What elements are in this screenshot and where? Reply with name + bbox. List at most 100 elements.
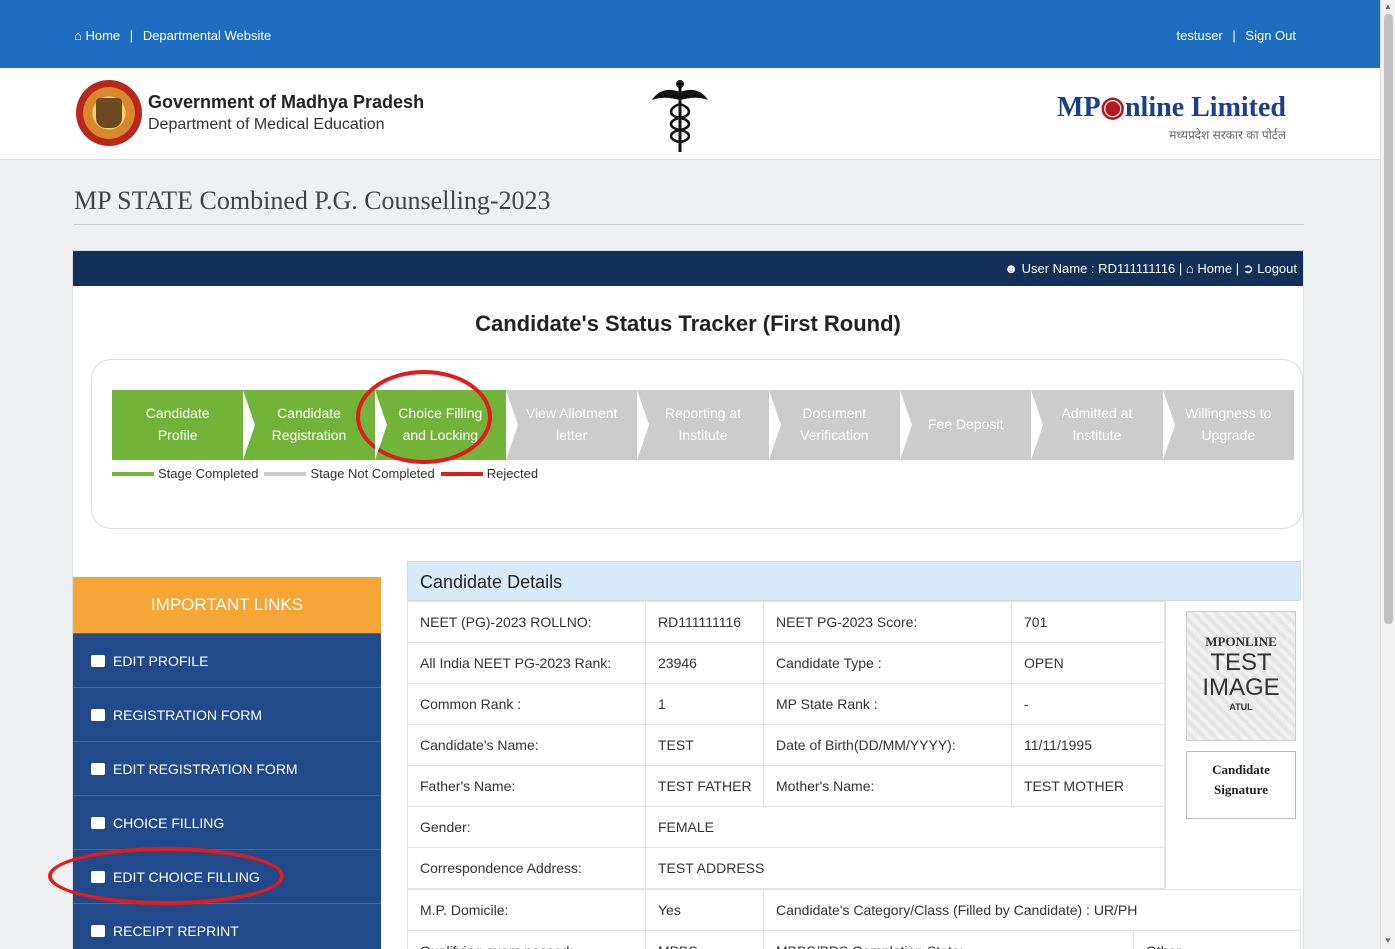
- scrollbar-thumb[interactable]: [1384, 14, 1393, 624]
- label-cell: Qualifying exam passed:: [407, 930, 646, 949]
- user-icon: ☻: [1004, 261, 1018, 276]
- step-view-allotment-letter[interactable]: View Allotment letter: [505, 390, 650, 460]
- top-right-links: testuser | Sign Out: [1177, 28, 1296, 43]
- mponline-logo: MP◉nline Limited मध्यप्रदेश सरकार का पोर…: [1057, 90, 1286, 143]
- label-cell: Candidate's Name:: [407, 724, 646, 766]
- photo-text: MPONLINE: [1205, 634, 1277, 649]
- label-cell: Father's Name:: [407, 765, 646, 807]
- value-cell: TEST FATHER: [645, 765, 764, 807]
- table-row: All India NEET PG-2023 Rank: 23946 Candi…: [407, 642, 1165, 684]
- departmental-website-link[interactable]: Departmental Website: [143, 28, 271, 43]
- link-label: CHOICE FILLING: [113, 815, 225, 831]
- page-title: MP STATE Combined P.G. Counselling-2023: [74, 186, 551, 215]
- label-cell: MP State Rank :: [763, 683, 1012, 725]
- label-cell: Correspondence Address:: [407, 847, 646, 889]
- link-edit-registration-form[interactable]: EDIT REGISTRATION FORM: [73, 741, 381, 795]
- mponline-brand: MP◉nline Limited: [1057, 92, 1286, 123]
- separator: |: [1178, 261, 1186, 276]
- value-cell: 11/11/1995: [1011, 724, 1165, 766]
- important-links-title: IMPORTANT LINKS: [73, 577, 381, 633]
- status-tracker: Candidate Profile Candidate Registration…: [91, 359, 1303, 529]
- link-receipt-reprint[interactable]: RECEIPT REPRINT: [73, 903, 381, 949]
- file-icon: [91, 925, 105, 937]
- candidate-photo-area: MPONLINE TEST IMAGE ATUL Candidate Signa…: [1165, 601, 1301, 888]
- legend-not-completed: Stage Not Completed: [264, 466, 435, 481]
- table-row: Correspondence Address: TEST ADDRESS: [407, 847, 1165, 889]
- table-row: Candidate's Name: TEST Date of Birth(DD/…: [407, 724, 1165, 766]
- candidate-details-title: Candidate Details: [407, 561, 1301, 601]
- panel-user-bar: ☻ User Name : RD111111116 | ⌂ Home | ➲ L…: [73, 251, 1303, 286]
- value-cell: MBBS: [645, 930, 764, 949]
- link-label: EDIT REGISTRATION FORM: [113, 761, 298, 777]
- home-icon: ⌂: [1185, 261, 1194, 276]
- legend-swatch-completed: [112, 471, 154, 476]
- table-row: Qualifying exam passed: MBBS MBBS/BDS Co…: [407, 930, 1301, 949]
- label-cell: Gender:: [407, 806, 646, 848]
- divider: [74, 224, 1304, 225]
- step-willingness-to-upgrade[interactable]: Willingness to Upgrade: [1162, 390, 1294, 460]
- link-label: RECEIPT REPRINT: [113, 923, 239, 939]
- value-cell: TEST: [645, 724, 764, 766]
- link-registration-form[interactable]: REGISTRATION FORM: [73, 687, 381, 741]
- scroll-down-icon[interactable]: ▼: [1384, 936, 1392, 945]
- candidate-signature: Candidate Signature: [1186, 751, 1296, 819]
- table-row: Common Rank : 1 MP State Rank : -: [407, 683, 1165, 725]
- value-cell: Yes: [645, 889, 764, 931]
- scrollbar[interactable]: ▲ ▼: [1380, 0, 1395, 949]
- step-reporting-at-institute[interactable]: Reporting at Institute: [637, 390, 781, 460]
- highlight-circle-edit-choice-filling: [48, 847, 284, 905]
- legend-label: Stage Not Completed: [310, 466, 435, 481]
- sign-out-link[interactable]: Sign Out: [1245, 28, 1296, 43]
- username-link[interactable]: testuser: [1177, 28, 1223, 43]
- link-label: EDIT PROFILE: [113, 653, 209, 669]
- value-cell: Other: [1133, 930, 1301, 949]
- link-choice-filling[interactable]: CHOICE FILLING: [73, 795, 381, 849]
- top-navigation-bar: ⌂ Home | Departmental Website testuser |…: [0, 0, 1380, 68]
- candidate-photo: MPONLINE TEST IMAGE ATUL: [1186, 611, 1296, 741]
- panel-logout-link[interactable]: Logout: [1257, 261, 1297, 276]
- edit-icon: [91, 763, 105, 775]
- caduceus-icon: [652, 80, 708, 152]
- legend-swatch-rejected: [440, 471, 483, 476]
- value-cell: 1: [645, 683, 764, 725]
- checkbox-icon: [91, 817, 105, 829]
- site-header: Government of Madhya Pradesh Department …: [0, 68, 1380, 160]
- photo-text: ATUL: [1229, 702, 1253, 713]
- home-link[interactable]: Home: [85, 28, 120, 43]
- panel-home-link[interactable]: Home: [1197, 261, 1232, 276]
- table-row: Gender: FEMALE: [407, 806, 1165, 848]
- label-cell: Common Rank :: [407, 683, 646, 725]
- step-document-verification[interactable]: Document Verification: [768, 390, 913, 460]
- legend-completed: Stage Completed: [112, 466, 258, 481]
- legend-label: Rejected: [486, 466, 539, 481]
- department-subtitle: Department of Medical Education: [148, 116, 385, 133]
- link-label: REGISTRATION FORM: [113, 707, 263, 723]
- table-row: M.P. Domicile: Yes Candidate's Category/…: [407, 889, 1301, 931]
- scroll-up-icon[interactable]: ▲: [1384, 2, 1392, 11]
- candidate-details: Candidate Details NEET (PG)-2023 ROLLNO:…: [407, 561, 1301, 949]
- category-cell: Candidate's Category/Class (Filled by Ca…: [763, 889, 1301, 931]
- step-candidate-profile[interactable]: Candidate Profile: [112, 390, 256, 460]
- label-cell: MBBS/BDS Completion State:: [763, 930, 1134, 949]
- government-title: Government of Madhya Pradesh: [148, 92, 425, 112]
- link-edit-profile[interactable]: EDIT PROFILE: [73, 633, 381, 687]
- tracker-legend: Stage Completed Stage Not Completed Reje…: [112, 466, 544, 481]
- value-cell: 23946: [645, 642, 764, 684]
- value-cell: -: [1011, 683, 1165, 725]
- value-cell: TEST ADDRESS: [645, 847, 1165, 889]
- label-cell: Mother's Name:: [763, 765, 1012, 807]
- label-cell: NEET PG-2023 Score:: [763, 601, 1012, 643]
- table-row: NEET (PG)-2023 ROLLNO: RD111111116 NEET …: [407, 601, 1165, 643]
- value-cell: FEMALE: [645, 806, 1165, 848]
- step-admitted-at-institute[interactable]: Admitted at Institute: [1031, 390, 1175, 460]
- legend-rejected: Rejected: [440, 466, 539, 481]
- signature-text: Candidate: [1212, 762, 1270, 777]
- id-card-icon: [91, 709, 105, 721]
- step-fee-deposit[interactable]: Fee Deposit: [899, 390, 1044, 460]
- label-cell: Date of Birth(DD/MM/YYYY):: [763, 724, 1012, 766]
- label-cell: M.P. Domicile:: [407, 889, 646, 931]
- top-left-links: ⌂ Home | Departmental Website: [74, 28, 271, 43]
- separator: |: [1232, 28, 1236, 43]
- main-panel: ☻ User Name : RD111111116 | ⌂ Home | ➲ L…: [72, 250, 1304, 949]
- step-candidate-registration[interactable]: Candidate Registration: [243, 390, 388, 460]
